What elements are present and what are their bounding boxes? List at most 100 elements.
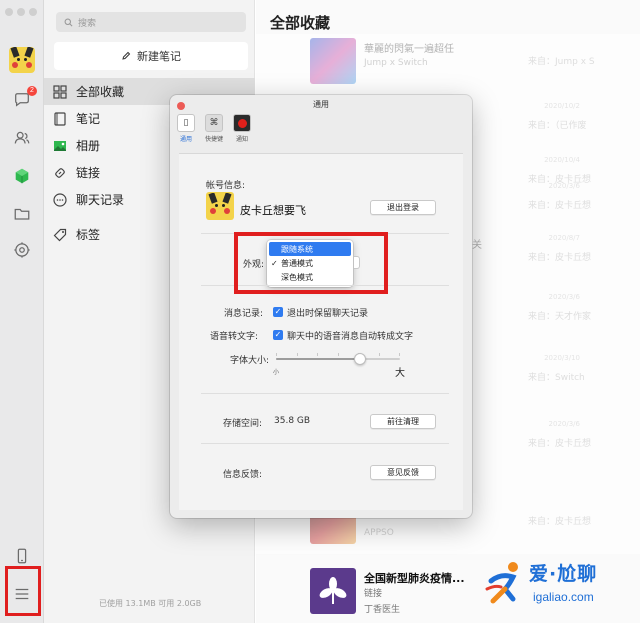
message-record-checkbox[interactable]: ✓ — [273, 307, 283, 317]
note-icon — [54, 111, 66, 126]
watermark: 爱·尬聊 igaliao.com — [483, 557, 633, 613]
settings-dialog: 通用 ▯ 通用 ⌘ 快捷键 通知 帐号信息: 皮卡丘想要飞 退出登录 外观: 跟… — [170, 95, 472, 518]
phone-icon — [17, 548, 27, 564]
tab-label: 通用 — [179, 136, 192, 143]
divider — [201, 393, 449, 394]
storage-value: 35.8 GB — [274, 416, 311, 426]
font-size-label: 字体大小: — [230, 356, 270, 366]
pencil-icon — [122, 51, 131, 60]
item-source: 来自：皮卡丘想 — [528, 201, 592, 211]
item-source: 来自：天才作家 — [528, 312, 592, 322]
feedback-button[interactable]: 意见反馈 — [370, 465, 436, 480]
storage-footer: 已使用 13.1MB 可用 2.0GB — [99, 599, 202, 608]
item-date: 2020/3/6 — [548, 293, 580, 301]
voice-to-text-checkbox[interactable]: ✓ — [273, 330, 283, 340]
font-size-slider-fill — [276, 358, 361, 360]
gear-icon — [14, 242, 30, 258]
avatar[interactable] — [9, 47, 35, 73]
item-title: 華麗的閃氣一遍超任 — [364, 44, 454, 55]
message-record-label: 消息记录: — [224, 309, 264, 319]
new-note-label: 新建笔记 — [137, 50, 181, 63]
nav-item-label: 标签 — [76, 228, 101, 242]
zoom-window-button[interactable] — [29, 8, 37, 16]
avatar — [207, 193, 233, 219]
search-box[interactable]: 搜索 — [56, 12, 246, 32]
nav-item-label: 笔记 — [76, 112, 101, 126]
new-note-button[interactable]: 新建笔记 — [54, 42, 248, 70]
item-source: 来自：Switch — [528, 373, 585, 383]
list-item[interactable]: 華麗的閃氣一遍超任 Jump x Switch 来自：Jump x S — [256, 30, 640, 94]
item-date: 2020/3/6 — [548, 182, 580, 190]
phone-files-tab[interactable] — [12, 546, 32, 566]
username: 皮卡丘想要飞 — [240, 204, 306, 217]
image-icon — [54, 140, 66, 151]
unread-badge: 2 — [27, 86, 37, 96]
nav-item-label: 全部收藏 — [76, 85, 125, 99]
tab-general[interactable]: ▯ 通用 — [174, 114, 198, 146]
item-date: 2020/10/2 — [544, 102, 580, 110]
command-icon: ⌘ — [205, 114, 223, 132]
mini-program-tab[interactable] — [12, 166, 32, 186]
tab-label: 通知 — [235, 136, 248, 143]
menu-highlight-box — [5, 566, 41, 616]
item-source: 来自：皮卡丘想 — [528, 439, 592, 449]
cube-icon — [15, 168, 29, 184]
clean-storage-button[interactable]: 前往清理 — [370, 414, 436, 429]
general-settings-panel: 帐号信息: 皮卡丘想要飞 退出登录 外观: 跟随系统 ✓ 普通模式 深色模式 消息… — [179, 153, 463, 510]
item-subtitle: APPSO — [364, 528, 394, 538]
files-tab[interactable] — [12, 204, 32, 224]
item-source: 来自：Jump x S — [528, 57, 595, 67]
record-icon — [233, 114, 251, 132]
voice-to-text-label: 语音转文字: — [210, 332, 259, 342]
font-large-label: 大 — [395, 368, 405, 379]
folder-icon — [14, 208, 30, 220]
contacts-tab[interactable] — [12, 128, 32, 148]
contacts-icon — [14, 131, 30, 144]
item-date: 2020/3/6 — [548, 420, 580, 428]
thumbnail — [310, 568, 356, 614]
item-subtitle: Jump x Switch — [364, 58, 428, 68]
tab-label: 快捷键 — [204, 136, 223, 143]
font-small-label: 小 — [273, 369, 280, 376]
search-placeholder: 搜索 — [78, 18, 97, 29]
appearance-highlight-box — [234, 232, 388, 294]
item-source: 来自：皮卡丘想 — [528, 253, 592, 263]
link-icon — [55, 167, 65, 178]
nav-item-label: 聊天记录 — [76, 193, 125, 207]
icon-rail: 2 — [0, 0, 44, 623]
close-window-button[interactable] — [5, 8, 13, 16]
font-size-slider-track[interactable] — [276, 358, 400, 360]
minimize-window-button[interactable] — [17, 8, 25, 16]
thumbnail — [310, 38, 356, 84]
dialog-title: 通用 — [313, 100, 329, 109]
font-size-slider-thumb[interactable] — [354, 353, 367, 365]
flower-icon — [319, 577, 347, 604]
storage-label: 存储空间: — [223, 419, 263, 429]
tag-icon — [53, 228, 67, 241]
grid-icon — [53, 84, 67, 99]
watermark-url: igaliao.com — [533, 590, 594, 604]
voice-to-text-option: 聊天中的语音消息自动转成文字 — [287, 332, 414, 342]
chat-tab[interactable]: 2 — [12, 86, 37, 110]
search-icon — [64, 18, 73, 26]
item-source: 来自：（已作废 — [528, 121, 587, 131]
settings-tab[interactable] — [12, 240, 32, 260]
window-controls — [5, 8, 37, 16]
runner-logo-icon — [485, 562, 518, 604]
item-date: 2020/8/7 — [548, 234, 580, 242]
divider — [201, 443, 449, 444]
item-meta: 丁香医生 — [364, 605, 401, 615]
nav-item-label: 相册 — [76, 139, 101, 153]
logout-button[interactable]: 退出登录 — [370, 200, 436, 215]
dialog-tabs: ▯ 通用 ⌘ 快捷键 通知 — [174, 114, 254, 146]
tab-notifications[interactable]: 通知 — [230, 114, 254, 146]
item-date: 2020/3/10 — [544, 354, 580, 362]
user-avatar — [206, 192, 234, 220]
feedback-label: 信息反馈: — [223, 470, 263, 480]
item-source: 来自：皮卡丘想 — [528, 517, 592, 527]
tab-shortcuts[interactable]: ⌘ 快捷键 — [202, 114, 226, 146]
item-subtitle: 链接 — [364, 589, 383, 599]
chat-icon — [53, 192, 67, 207]
slider-ticks — [276, 353, 400, 356]
phone-icon: ▯ — [177, 114, 195, 132]
